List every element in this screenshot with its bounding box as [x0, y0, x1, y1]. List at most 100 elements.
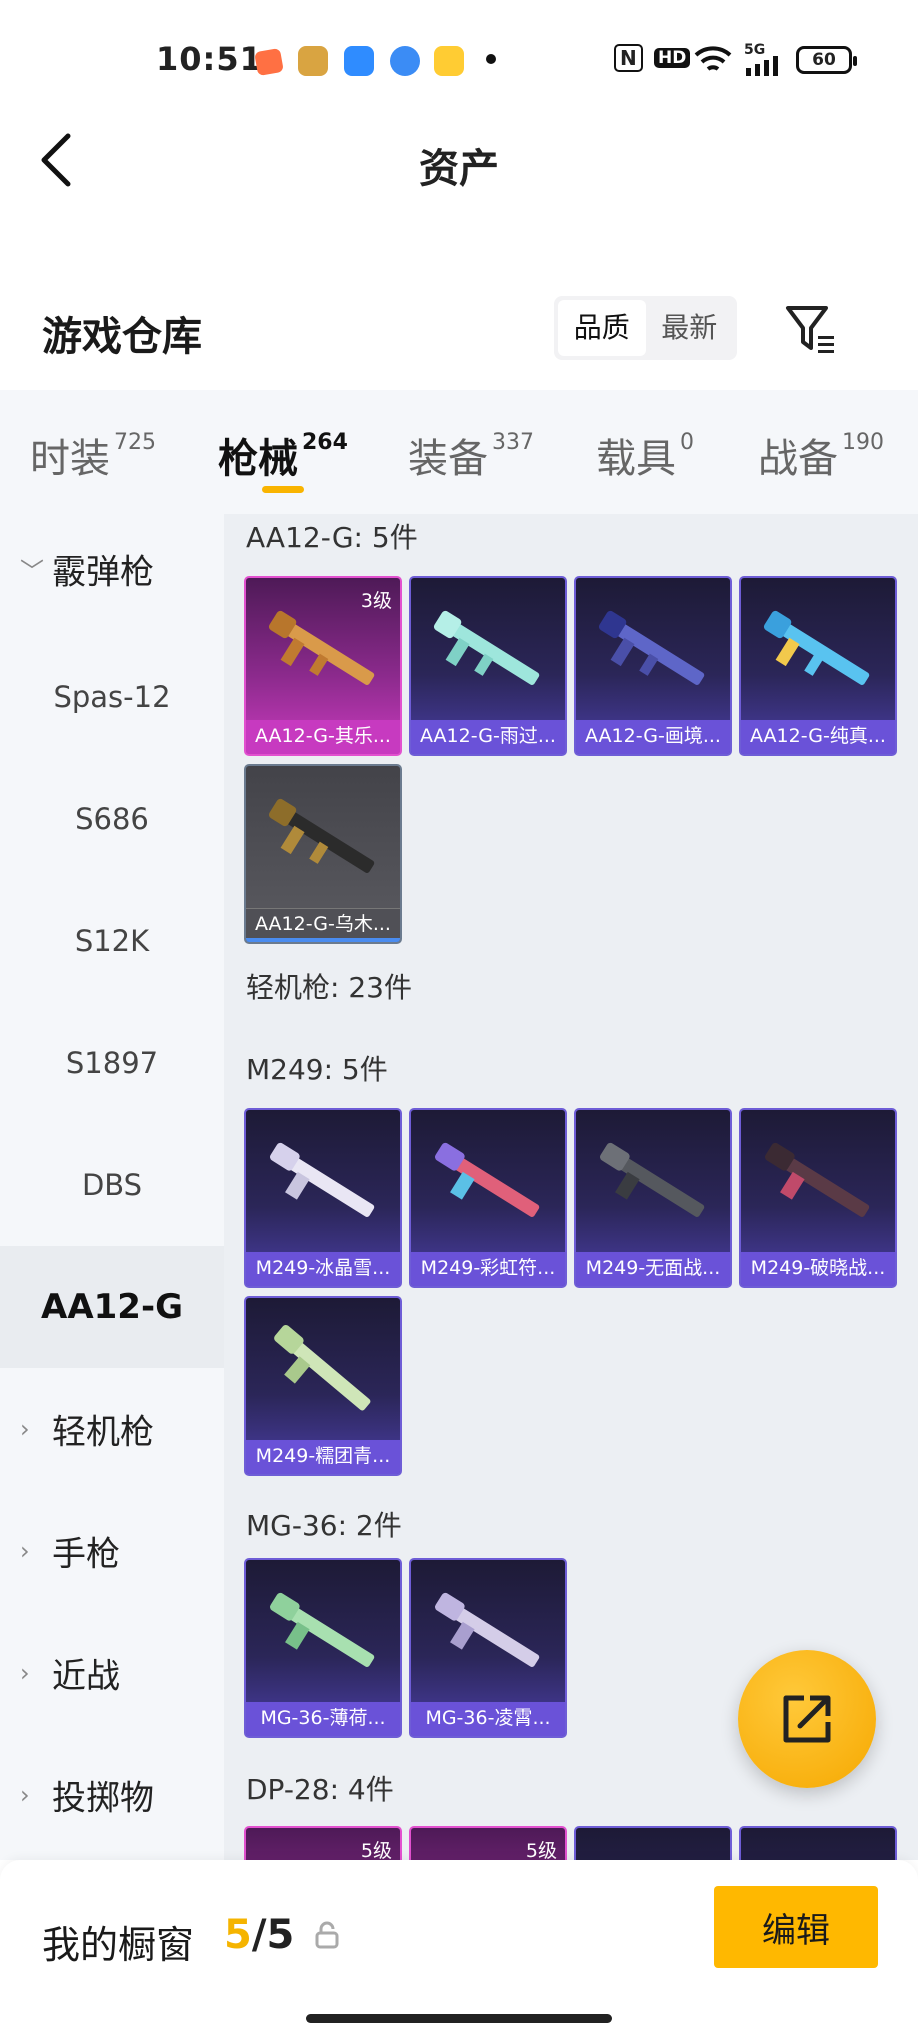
weapon-card[interactable]: M249-彩虹符... — [409, 1108, 567, 1288]
sidebar-subitem-s1897[interactable]: S1897 — [0, 1002, 224, 1124]
weapon-card-name: M249-破晓战... — [750, 1257, 886, 1279]
weapon-card[interactable]: M249-无面战... — [574, 1108, 732, 1288]
home-indicator[interactable] — [306, 2014, 612, 2023]
weapon-skin-image — [270, 1592, 375, 1667]
weapon-card-name: MG-36-凌霄... — [425, 1707, 551, 1729]
weapon-skin-image — [274, 1324, 371, 1411]
weapon-skin-image — [600, 1142, 705, 1217]
weapon-skin-image — [435, 1592, 540, 1667]
category-tabs: 时装 725 枪械 264 装备 337 载具 0 战备 190 — [0, 390, 918, 514]
weapon-skin-image — [270, 1142, 375, 1217]
sidebar-subitem-s12k[interactable]: S12K — [0, 880, 224, 1002]
sidebar-subitem-dbs[interactable]: DBS — [0, 1124, 224, 1246]
chevron-down-icon: ﹀ — [20, 557, 44, 586]
weapon-card[interactable]: AA12-G-乌木... — [244, 764, 402, 944]
share-icon — [783, 1695, 831, 1743]
tab-fashion[interactable]: 时装 725 — [30, 426, 156, 484]
weapon-card[interactable]: M249-糯团青... — [244, 1296, 402, 1476]
weapon-card[interactable]: AA12-G-纯真... — [739, 576, 897, 756]
hd-icon: HD — [654, 48, 691, 68]
tab-count: 725 — [114, 430, 156, 455]
share-button[interactable] — [738, 1650, 876, 1788]
status-bar: 10:51 N HD 5G 60 — [0, 0, 918, 120]
weapon-card-name: M249-冰晶雪... — [255, 1257, 391, 1279]
weapon-card[interactable]: AA12-G-画境... — [574, 576, 732, 756]
edit-button[interactable]: 编辑 — [714, 1886, 878, 1968]
sidebar-item-label: 手枪 — [52, 1534, 120, 1575]
showcase-label: 我的橱窗 — [42, 1923, 195, 1967]
sort-toggle: 品质 最新 — [554, 296, 737, 360]
weapon-card[interactable] — [739, 1826, 897, 1860]
chevron-right-icon: › — [20, 1781, 30, 1809]
weapon-card[interactable]: MG-36-凌霄... — [409, 1558, 567, 1738]
sidebar-item-throwables[interactable]: › 投掷物 — [0, 1734, 224, 1856]
chevron-right-icon: › — [20, 1415, 30, 1443]
showcase-bar: 我的橱窗 5/5 编辑 — [0, 1860, 918, 2040]
weapon-skin-image — [435, 1142, 540, 1217]
tab-weapons[interactable]: 枪械 264 — [218, 426, 348, 484]
sidebar-item-melee[interactable]: › 近战 — [0, 1612, 224, 1734]
battery-indicator: 60 — [796, 46, 857, 74]
tab-label: 枪械 — [218, 436, 298, 482]
sidebar-item-pistol[interactable]: › 手枪 — [0, 1490, 224, 1612]
app-notification-icon — [254, 47, 284, 77]
category-sidebar: ﹀ 霰弹枪 Spas-12 S686 S12K S1897 DBS AA12-G… — [0, 514, 224, 1860]
browser-notification-icon — [390, 46, 420, 76]
weapon-card[interactable]: M249-破晓战... — [739, 1108, 897, 1288]
nfc-icon: N — [614, 44, 643, 72]
tab-label: 载具 — [596, 436, 676, 482]
tab-count: 190 — [842, 430, 884, 455]
showcase-current: 5 — [224, 1912, 252, 1958]
tab-label: 时装 — [30, 436, 110, 482]
sidebar-item-label: 投掷物 — [52, 1778, 154, 1819]
weapon-card-name: AA12-G-乌木... — [255, 913, 391, 935]
status-time: 10:51 — [156, 40, 263, 78]
tab-vehicles[interactable]: 载具 0 — [596, 426, 694, 484]
cloud-notification-icon — [344, 46, 374, 76]
page-title: 资产 — [419, 146, 499, 192]
level-badge: 3级 — [360, 590, 392, 612]
group-title-m249: M249: 5件 — [246, 1053, 388, 1086]
sort-by-quality[interactable]: 品质 — [558, 300, 646, 356]
sidebar-item-label: 近战 — [52, 1656, 120, 1697]
weapon-card-name: AA12-G-纯真... — [750, 725, 886, 747]
sort-by-newest[interactable]: 最新 — [646, 300, 734, 356]
weapon-card-name: AA12-G-画境... — [585, 725, 721, 747]
weapon-card[interactable]: 3级 AA12-G-其乐... — [244, 576, 402, 756]
tab-label: 战备 — [758, 436, 838, 482]
sidebar-item-label: 霰弹枪 — [52, 552, 154, 593]
tab-count: 0 — [680, 430, 694, 455]
weapon-skin-image — [598, 610, 705, 685]
sidebar-subitem-aa12g[interactable]: AA12-G — [0, 1246, 224, 1368]
sidebar-item-lmg[interactable]: › 轻机枪 — [0, 1368, 224, 1490]
active-tab-indicator — [262, 486, 304, 493]
sidebar-item-label: 轻机枪 — [52, 1412, 154, 1453]
weapon-card[interactable] — [574, 1826, 732, 1860]
chevron-right-icon: › — [20, 1537, 30, 1565]
weapon-card[interactable]: 5级 — [409, 1826, 567, 1860]
weapon-card[interactable]: AA12-G-雨过... — [409, 576, 567, 756]
sidebar-subitem-s686[interactable]: S686 — [0, 758, 224, 880]
weapon-card-name: M249-无面战... — [585, 1257, 721, 1279]
wallet-notification-icon — [434, 46, 464, 76]
weapon-card[interactable]: M249-冰晶雪... — [244, 1108, 402, 1288]
warehouse-title: 游戏仓库 — [42, 314, 202, 360]
group-title-lmg: 轻机枪: 23件 — [246, 971, 412, 1004]
sidebar-item-shotgun[interactable]: ﹀ 霰弹枪 — [0, 508, 224, 630]
tab-supplies[interactable]: 战备 190 — [758, 426, 884, 484]
wifi-icon — [694, 46, 732, 71]
tab-equipment[interactable]: 装备 337 — [408, 426, 534, 484]
tab-count: 337 — [492, 430, 534, 455]
tab-count: 264 — [302, 430, 348, 455]
weapon-skin-image — [763, 610, 870, 685]
tab-label: 装备 — [408, 436, 488, 482]
lock-icon — [315, 1921, 339, 1949]
game-notification-icon — [298, 46, 328, 76]
sidebar-subitem-spas12[interactable]: Spas-12 — [0, 636, 224, 758]
filter-icon[interactable] — [784, 302, 838, 358]
weapon-card[interactable]: MG-36-薄荷... — [244, 1558, 402, 1738]
weapon-card-name: AA12-G-雨过... — [420, 725, 556, 747]
level-badge: 5级 — [360, 1840, 392, 1860]
signal-icon — [746, 56, 778, 76]
weapon-card[interactable]: 5级 — [244, 1826, 402, 1860]
